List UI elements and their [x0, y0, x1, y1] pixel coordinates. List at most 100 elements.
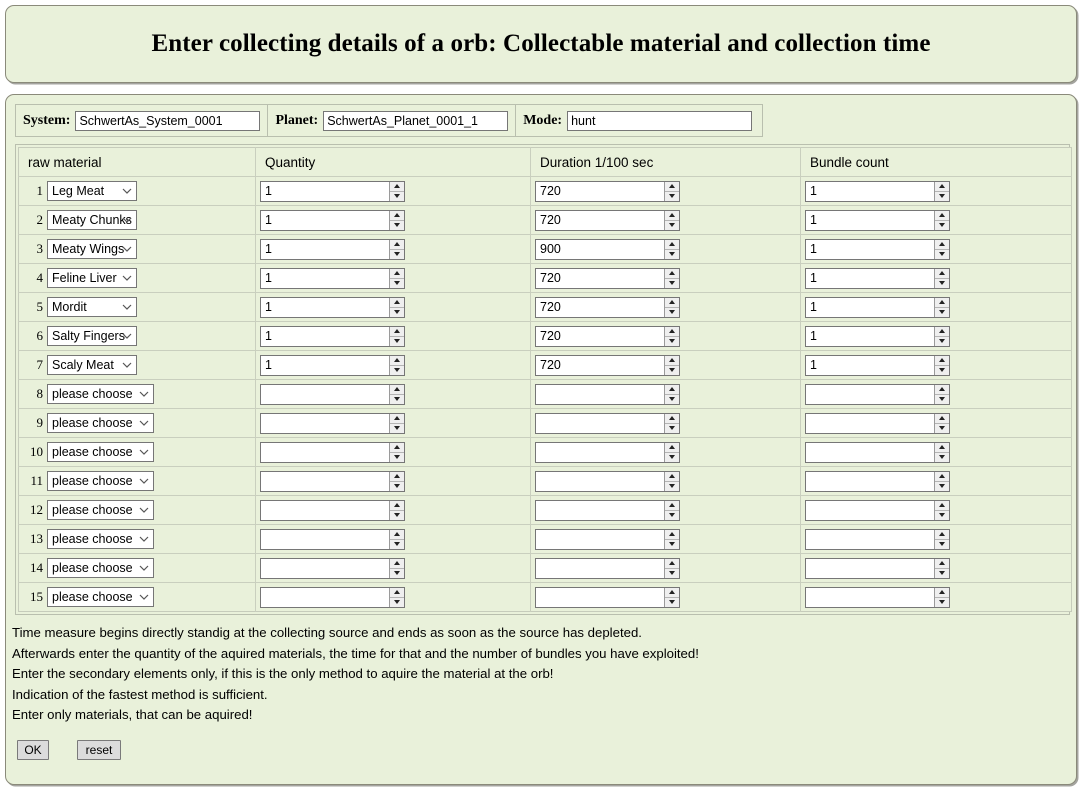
- spinner-down-icon[interactable]: [935, 278, 949, 288]
- spinner-buttons[interactable]: [389, 239, 404, 259]
- spinner-down-icon[interactable]: [665, 191, 679, 201]
- quantity-stepper[interactable]: 1: [260, 354, 405, 376]
- spinner-up-icon[interactable]: [665, 297, 679, 308]
- bundle-count-stepper[interactable]: [805, 528, 950, 550]
- spinner-buttons[interactable]: [664, 413, 679, 433]
- quantity-stepper[interactable]: [260, 383, 405, 405]
- spinner-up-icon[interactable]: [665, 471, 679, 482]
- planet-input[interactable]: [323, 110, 509, 131]
- duration-value[interactable]: [536, 472, 664, 491]
- spinner-down-icon[interactable]: [390, 278, 404, 288]
- duration-value[interactable]: 720: [536, 269, 664, 288]
- quantity-value[interactable]: [261, 588, 389, 607]
- bundle-count-stepper[interactable]: 1: [805, 238, 950, 260]
- bundle-count-value[interactable]: [806, 472, 934, 491]
- spinner-down-icon[interactable]: [390, 191, 404, 201]
- bundle-count-stepper[interactable]: [805, 557, 950, 579]
- spinner-down-icon[interactable]: [935, 307, 949, 317]
- bundle-count-value[interactable]: 1: [806, 211, 934, 230]
- spinner-buttons[interactable]: [934, 326, 949, 346]
- spinner-down-icon[interactable]: [935, 336, 949, 346]
- duration-stepper[interactable]: [535, 557, 680, 579]
- spinner-buttons[interactable]: [664, 355, 679, 375]
- spinner-buttons[interactable]: [934, 355, 949, 375]
- spinner-up-icon[interactable]: [935, 326, 949, 337]
- spinner-up-icon[interactable]: [390, 326, 404, 337]
- spinner-buttons[interactable]: [934, 471, 949, 491]
- spinner-buttons[interactable]: [664, 442, 679, 462]
- duration-stepper[interactable]: [535, 528, 680, 550]
- spinner-up-icon[interactable]: [935, 355, 949, 366]
- spinner-buttons[interactable]: [664, 529, 679, 549]
- spinner-up-icon[interactable]: [665, 500, 679, 511]
- bundle-count-stepper[interactable]: [805, 383, 950, 405]
- quantity-stepper[interactable]: [260, 528, 405, 550]
- duration-stepper[interactable]: [535, 499, 680, 521]
- spinner-down-icon[interactable]: [935, 510, 949, 520]
- duration-stepper[interactable]: [535, 470, 680, 492]
- duration-stepper[interactable]: 720: [535, 354, 680, 376]
- spinner-buttons[interactable]: [389, 384, 404, 404]
- mode-input[interactable]: [567, 110, 753, 131]
- material-select[interactable]: Salty Fingers: [47, 326, 137, 346]
- spinner-buttons[interactable]: [934, 239, 949, 259]
- spinner-buttons[interactable]: [389, 181, 404, 201]
- spinner-buttons[interactable]: [389, 355, 404, 375]
- quantity-value[interactable]: [261, 559, 389, 578]
- quantity-value[interactable]: 1: [261, 269, 389, 288]
- bundle-count-value[interactable]: 1: [806, 327, 934, 346]
- spinner-buttons[interactable]: [389, 587, 404, 607]
- bundle-count-value[interactable]: 1: [806, 298, 934, 317]
- bundle-count-stepper[interactable]: 1: [805, 354, 950, 376]
- spinner-up-icon[interactable]: [390, 210, 404, 221]
- material-select[interactable]: please choose: [47, 500, 154, 520]
- quantity-stepper[interactable]: [260, 557, 405, 579]
- spinner-buttons[interactable]: [389, 442, 404, 462]
- quantity-stepper[interactable]: [260, 441, 405, 463]
- bundle-count-value[interactable]: 1: [806, 269, 934, 288]
- spinner-buttons[interactable]: [934, 384, 949, 404]
- spinner-down-icon[interactable]: [390, 394, 404, 404]
- spinner-up-icon[interactable]: [390, 268, 404, 279]
- spinner-buttons[interactable]: [664, 326, 679, 346]
- spinner-buttons[interactable]: [389, 471, 404, 491]
- spinner-up-icon[interactable]: [390, 239, 404, 250]
- spinner-up-icon[interactable]: [390, 355, 404, 366]
- spinner-up-icon[interactable]: [390, 442, 404, 453]
- bundle-count-value[interactable]: [806, 559, 934, 578]
- quantity-stepper[interactable]: [260, 499, 405, 521]
- spinner-down-icon[interactable]: [665, 481, 679, 491]
- spinner-down-icon[interactable]: [665, 452, 679, 462]
- spinner-down-icon[interactable]: [935, 481, 949, 491]
- spinner-up-icon[interactable]: [935, 239, 949, 250]
- spinner-buttons[interactable]: [934, 500, 949, 520]
- spinner-down-icon[interactable]: [390, 336, 404, 346]
- spinner-buttons[interactable]: [389, 268, 404, 288]
- spinner-down-icon[interactable]: [665, 278, 679, 288]
- spinner-down-icon[interactable]: [665, 336, 679, 346]
- spinner-up-icon[interactable]: [665, 239, 679, 250]
- duration-stepper[interactable]: 720: [535, 267, 680, 289]
- spinner-up-icon[interactable]: [935, 413, 949, 424]
- spinner-buttons[interactable]: [934, 442, 949, 462]
- ok-button[interactable]: OK: [17, 740, 49, 760]
- spinner-up-icon[interactable]: [390, 500, 404, 511]
- spinner-up-icon[interactable]: [665, 413, 679, 424]
- quantity-value[interactable]: [261, 414, 389, 433]
- spinner-buttons[interactable]: [664, 181, 679, 201]
- spinner-down-icon[interactable]: [665, 597, 679, 607]
- spinner-down-icon[interactable]: [665, 568, 679, 578]
- quantity-stepper[interactable]: [260, 586, 405, 608]
- quantity-value[interactable]: [261, 472, 389, 491]
- material-select[interactable]: Meaty Wings: [47, 239, 137, 259]
- spinner-down-icon[interactable]: [390, 220, 404, 230]
- material-select[interactable]: Feline Liver: [47, 268, 137, 288]
- spinner-down-icon[interactable]: [665, 539, 679, 549]
- duration-value[interactable]: [536, 385, 664, 404]
- duration-stepper[interactable]: [535, 383, 680, 405]
- duration-stepper[interactable]: 720: [535, 180, 680, 202]
- spinner-down-icon[interactable]: [665, 510, 679, 520]
- spinner-buttons[interactable]: [389, 210, 404, 230]
- duration-value[interactable]: [536, 501, 664, 520]
- quantity-value[interactable]: 1: [261, 327, 389, 346]
